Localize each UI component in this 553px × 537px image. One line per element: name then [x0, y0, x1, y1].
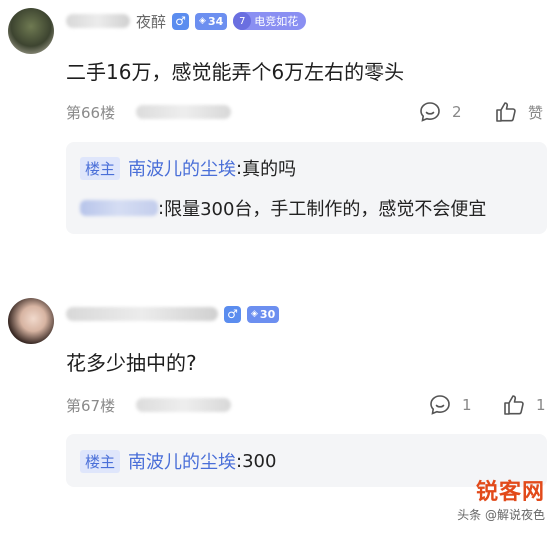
reply-count: 1: [462, 396, 472, 414]
shield-icon: ◈: [251, 309, 258, 319]
thumbs-up-icon: [496, 102, 516, 122]
watermark-logo: 锐客网: [475, 480, 545, 505]
like-button[interactable]: 1: [502, 393, 546, 417]
user-header: ♂ ◈ 30: [66, 303, 280, 325]
sub-reply-author[interactable]: 南波儿的尘埃: [128, 155, 236, 181]
username-tail[interactable]: 夜醉: [136, 11, 166, 32]
comment-bubble-icon: [420, 102, 440, 122]
username-redacted[interactable]: [66, 14, 130, 28]
like-count: 1: [536, 396, 546, 414]
like-button[interactable]: 赞: [494, 100, 543, 124]
level-badge: ◈ 34: [195, 12, 228, 30]
comment-meta: 第67楼 1 1: [66, 393, 546, 417]
username-redacted[interactable]: [66, 307, 218, 321]
sub-reply[interactable]: : 限量300台，手工制作的，感觉不会便宜: [80, 195, 486, 221]
comment-text: 二手16万，感觉能弄个6万左右的零头: [66, 60, 405, 84]
gender-male-icon: ♂: [224, 305, 241, 323]
user-avatar[interactable]: [8, 298, 54, 344]
owner-tag: 楼主: [80, 156, 121, 180]
owner-tag: 楼主: [80, 449, 121, 473]
sub-reply-text: 真的吗: [242, 159, 297, 180]
gender-male-icon: ♂: [172, 12, 190, 30]
sub-reply-author[interactable]: 南波儿的尘埃: [128, 448, 236, 474]
timestamp-redacted: [136, 105, 231, 119]
thumbs-up-icon: [504, 395, 524, 415]
floor-number: 第66楼: [66, 104, 116, 122]
reply-count: 2: [452, 103, 462, 121]
comment-bubble-icon: [430, 395, 450, 415]
sub-reply[interactable]: 楼主 南波儿的尘埃: 300: [80, 448, 276, 474]
watermark-caption: 头条 @解说夜色: [457, 508, 545, 522]
like-label: 赞: [528, 103, 544, 122]
comment-meta: 第66楼 2 赞: [66, 100, 546, 124]
honor-badge: 7 电竞如花: [233, 12, 307, 30]
level-badge: ◈ 30: [247, 305, 280, 323]
user-header: 夜醉 ♂ ◈ 34 7 电竞如花: [66, 10, 307, 32]
sub-reply[interactable]: 楼主 南波儿的尘埃: 真的吗: [80, 155, 296, 181]
comment-text: 花多少抽中的?: [66, 351, 197, 375]
sub-reply-author-redacted[interactable]: [80, 200, 158, 216]
shield-icon: ◈: [199, 16, 206, 26]
user-avatar[interactable]: [8, 8, 54, 54]
reply-button[interactable]: 1: [428, 393, 472, 417]
sub-reply-text: 限量300台，手工制作的，感觉不会便宜: [164, 199, 487, 220]
sub-reply-text: 300: [242, 450, 277, 472]
floor-number: 第67楼: [66, 397, 116, 415]
reply-button[interactable]: 2: [418, 100, 462, 124]
sub-replies-box[interactable]: 楼主 南波儿的尘埃: 真的吗 : 限量300台，手工制作的，感觉不会便宜: [66, 142, 547, 234]
watermark: 锐客网 头条 @解说夜色: [457, 474, 545, 523]
comment-post: 夜醉 ♂ ◈ 34 7 电竞如花 二手16万，感觉能弄个6万左右的零头 第66楼 2…: [0, 0, 553, 250]
timestamp-redacted: [136, 398, 231, 412]
